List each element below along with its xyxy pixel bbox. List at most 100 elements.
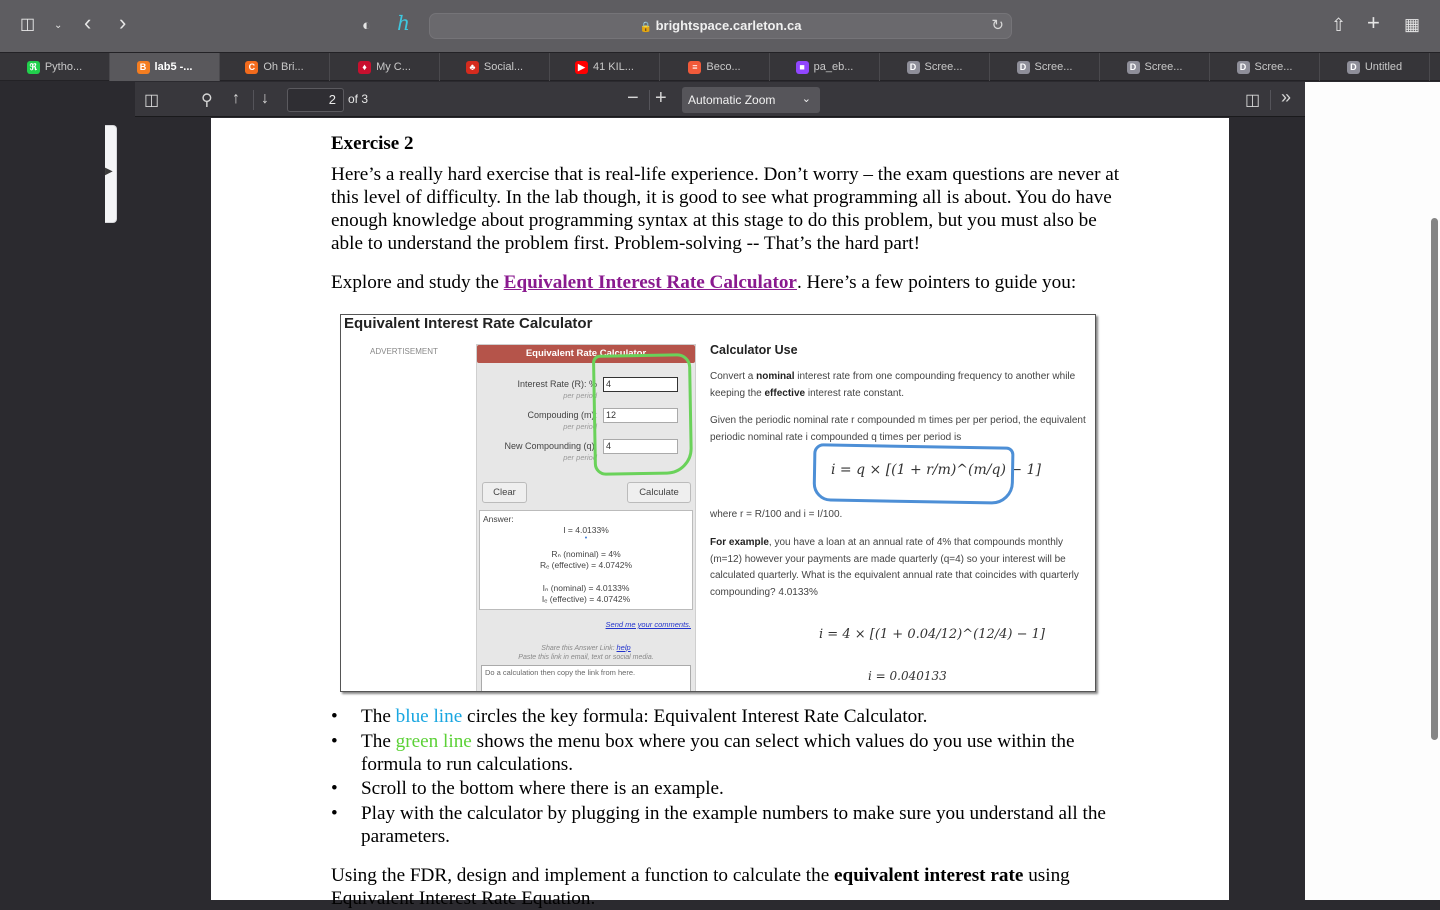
tools-chevron-icon[interactable]: » bbox=[1281, 87, 1291, 108]
page-count: of 3 bbox=[348, 92, 369, 106]
use-paragraph-1: Convert a nominal interest rate from one… bbox=[710, 371, 1076, 399]
browser-tab[interactable]: ℜ Pytho... bbox=[0, 53, 110, 81]
calculator-link[interactable]: Equivalent Interest Rate Calculator bbox=[504, 272, 797, 293]
browser-tab[interactable]: ♣ Social... bbox=[440, 53, 550, 81]
honey-extension-icon[interactable]: ℎ bbox=[397, 13, 410, 33]
pycharm-icon: ℜ bbox=[26, 60, 40, 74]
browser-tab[interactable]: ▶ 41 KIL... bbox=[550, 53, 660, 81]
presentation-mode-icon[interactable]: ◫ bbox=[1245, 90, 1260, 110]
calculator-use-heading: Calculator Use bbox=[710, 343, 798, 357]
zoom-select[interactable]: Automatic Zoom ⌄ bbox=[682, 87, 820, 113]
arrow-down-icon[interactable]: ↓ bbox=[261, 90, 269, 108]
tab-label: Untitled bbox=[1364, 61, 1403, 73]
lock-icon: 🔒 bbox=[639, 22, 652, 33]
tab-label: Pytho... bbox=[44, 61, 83, 73]
comments-link[interactable]: Send me your comments. bbox=[606, 620, 691, 629]
browser-toolbar: ◫ ⌄ ‹ › ◐ ℎ 🔒 brightspace.carleton.ca ↻ … bbox=[0, 0, 1440, 52]
tab-label: My C... bbox=[376, 61, 411, 73]
plus-icon[interactable]: + bbox=[1367, 12, 1380, 34]
chevron-right-icon[interactable]: › bbox=[119, 12, 126, 34]
help-link[interactable]: help bbox=[617, 643, 631, 652]
reload-icon[interactable]: ↻ bbox=[991, 16, 1004, 34]
answer-line: Rₑ (effective) = 4.0742% bbox=[539, 560, 633, 570]
zoom-in-icon[interactable]: + bbox=[655, 87, 667, 110]
d-icon: D bbox=[1016, 60, 1030, 74]
advertisement-label: ADVERTISEMENT bbox=[370, 347, 438, 356]
twitch-icon: ■ bbox=[795, 60, 809, 74]
search-icon[interactable]: ⚲ bbox=[201, 90, 213, 110]
tab-label: Scree... bbox=[1254, 61, 1293, 73]
field-label: Interest Rate (R): % bbox=[517, 379, 597, 389]
tab-label: 41 KIL... bbox=[593, 61, 634, 73]
clear-button[interactable]: Clear bbox=[482, 482, 527, 503]
where-text: where r = R/100 and i = I/100. bbox=[710, 509, 843, 520]
c-icon: C bbox=[245, 60, 259, 74]
youtube-icon: ▶ bbox=[575, 60, 588, 74]
chevron-down-icon[interactable]: ⌄ bbox=[54, 16, 62, 36]
browser-tab[interactable]: ■ pa_eb... bbox=[770, 53, 880, 81]
list-item: Play with the calculator by plugging in … bbox=[331, 802, 1131, 848]
d-icon: D bbox=[1236, 60, 1250, 74]
list-item: The green line shows the menu box where … bbox=[331, 730, 1131, 776]
calculator-screenshot: Equivalent Interest Rate Calculator ADVE… bbox=[340, 314, 1096, 692]
chevron-down-icon: ⌄ bbox=[801, 93, 811, 105]
address-bar[interactable]: 🔒 brightspace.carleton.ca ↻ bbox=[429, 13, 1012, 39]
browser-tab[interactable]: D Scree... bbox=[990, 53, 1100, 81]
browser-tab[interactable]: D Scree... bbox=[1210, 53, 1320, 81]
answer-line: Iₙ (nominal) = 4.0133% bbox=[542, 583, 630, 593]
task-paragraph: Using the FDR, design and implement a fu… bbox=[331, 865, 1070, 909]
use-paragraph-2: Given the periodic nominal rate r compou… bbox=[710, 415, 1086, 443]
answer-line: Rₙ (nominal) = 4% bbox=[551, 549, 621, 559]
sidebar-expand-tab[interactable]: ▶ bbox=[105, 125, 117, 223]
tab-label: Oh Bri... bbox=[263, 61, 304, 73]
d-icon: D bbox=[1346, 60, 1360, 74]
field-sub: per period bbox=[563, 422, 597, 431]
sidebar-icon[interactable]: ◫ bbox=[20, 15, 35, 35]
explore-paragraph: Explore and study the Equivalent Interes… bbox=[331, 272, 1077, 293]
page-number-input[interactable]: 2 bbox=[287, 88, 344, 112]
d-icon: D bbox=[906, 60, 920, 74]
browser-tab[interactable]: ≡ Beco... bbox=[660, 53, 770, 81]
tab-label: pa_eb... bbox=[813, 61, 854, 73]
list-item: Scroll to the bottom where there is an e… bbox=[331, 777, 1131, 800]
share-icon[interactable]: ⇧ bbox=[1331, 15, 1346, 35]
right-pane bbox=[1305, 82, 1440, 900]
shield-icon[interactable]: ◐ bbox=[362, 16, 371, 36]
browser-tab[interactable]: D Scree... bbox=[1100, 53, 1210, 81]
sidebar-toggle-icon[interactable]: ◫ bbox=[144, 90, 159, 110]
answer-box: Answer: I = 4.0133% • Rₙ (nominal) = 4% … bbox=[479, 510, 693, 610]
grid-icon[interactable]: ▦ bbox=[1404, 15, 1420, 35]
scrollbar-thumb[interactable] bbox=[1431, 218, 1438, 740]
tab-label: Scree... bbox=[1034, 61, 1073, 73]
browser-tab[interactable]: D Scree... bbox=[880, 53, 990, 81]
example-paragraph: For example, you have a loan at an annua… bbox=[710, 537, 1079, 598]
screenshot-title: Equivalent Interest Rate Calculator bbox=[344, 315, 593, 332]
exercise-heading: Exercise 2 bbox=[331, 133, 414, 154]
tab-label: Beco... bbox=[706, 61, 741, 73]
blue-annotation bbox=[812, 443, 1015, 505]
answer-line: I = 4.0133% bbox=[563, 525, 609, 535]
pdf-toolbar: ◫ ⚲ ↑ ↓ 2 of 3 − + Automatic Zoom ⌄ ◫ » bbox=[135, 82, 1305, 117]
example-result: i = 0.040133 bbox=[868, 669, 947, 683]
tab-label: Scree... bbox=[924, 61, 963, 73]
stack-icon: ≡ bbox=[688, 60, 702, 74]
arrow-up-icon[interactable]: ↑ bbox=[232, 90, 240, 108]
share-link-box[interactable]: Do a calculation then copy the link from… bbox=[481, 665, 691, 691]
browser-tab[interactable]: C Oh Bri... bbox=[220, 53, 330, 81]
brightspace-icon: B bbox=[136, 60, 150, 74]
browser-tab[interactable]: ♦ My C... bbox=[330, 53, 440, 81]
example-formula: i = 4 × [(1 + 0.04/12)^(12/4) − 1] bbox=[819, 627, 1045, 642]
field-label: Compouding (m): bbox=[527, 410, 597, 420]
url-text: brightspace.carleton.ca bbox=[655, 18, 802, 33]
tab-label: lab5 -... bbox=[154, 61, 193, 73]
d-icon: D bbox=[1126, 60, 1140, 74]
calculate-button[interactable]: Calculate bbox=[627, 482, 691, 503]
zoom-select-value: Automatic Zoom bbox=[688, 93, 776, 107]
zoom-out-icon[interactable]: − bbox=[627, 87, 639, 110]
browser-tab[interactable]: Blab5 -... bbox=[110, 53, 220, 81]
chevron-left-icon[interactable]: ‹ bbox=[84, 12, 91, 34]
tab-label: Scree... bbox=[1144, 61, 1183, 73]
field-label: New Compounding (q): bbox=[504, 441, 597, 451]
browser-tab[interactable]: D Untitled bbox=[1320, 53, 1430, 81]
pointer-list: The blue line circles the key formula: E… bbox=[331, 705, 1131, 849]
